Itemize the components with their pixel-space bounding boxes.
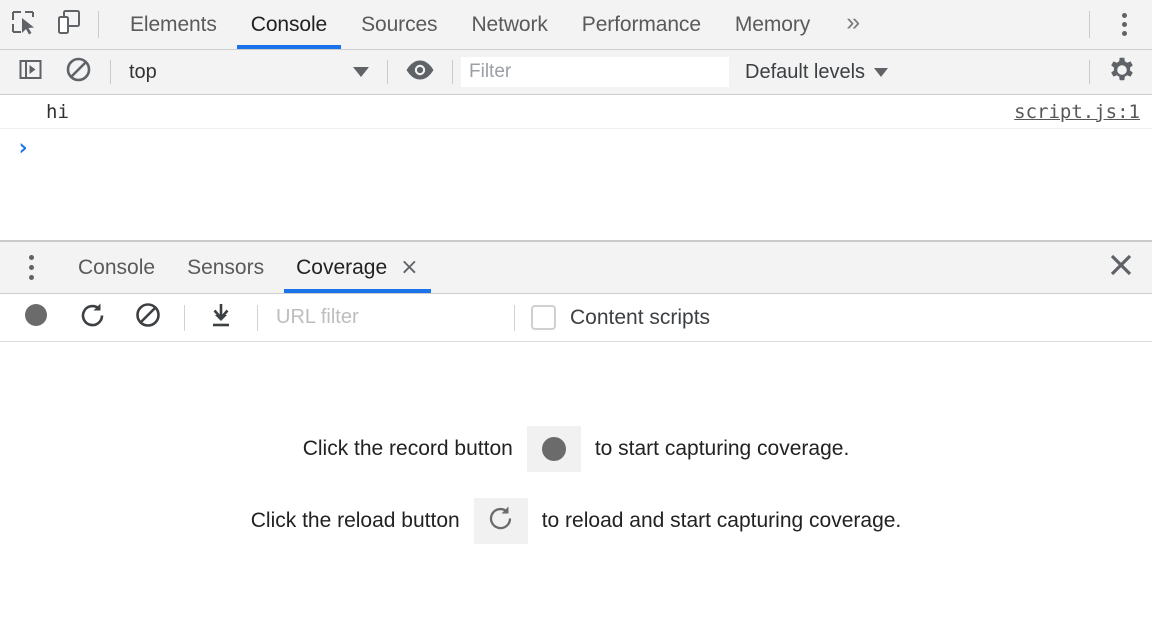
- tab-performance-label: Performance: [582, 13, 701, 37]
- chevron-down-icon: [353, 67, 369, 77]
- console-sidebar-button[interactable]: [6, 50, 54, 95]
- download-icon: [208, 302, 234, 333]
- gear-icon: [1108, 56, 1136, 89]
- chevron-double-right-icon: »: [846, 8, 860, 37]
- clear-icon: [135, 302, 161, 333]
- drawer: Console Sensors Coverage ×: [0, 240, 1152, 638]
- prompt-arrow-icon: ›: [16, 135, 30, 161]
- main-tabs: Elements Console Sources Network Perform…: [113, 0, 879, 49]
- tab-elements[interactable]: Elements: [113, 0, 234, 49]
- console-toolbar-divider-1: [110, 60, 111, 84]
- console-toolbar-right: [1081, 50, 1146, 95]
- drawer-more-options-button[interactable]: [0, 242, 62, 293]
- drawer-tab-coverage-label: Coverage: [296, 256, 387, 280]
- record-icon: [24, 303, 48, 332]
- reload-icon: [487, 505, 514, 537]
- coverage-toolbar-divider-2: [257, 305, 258, 331]
- content-scripts-label[interactable]: Content scripts: [570, 306, 710, 330]
- tab-elements-label: Elements: [130, 13, 217, 37]
- kebab-menu-icon-dot-1: [1122, 13, 1127, 18]
- clear-console-icon: [65, 56, 92, 88]
- close-icon: [1108, 252, 1134, 283]
- close-icon[interactable]: ×: [400, 257, 418, 279]
- coverage-toolbar-divider-1: [184, 305, 185, 331]
- execution-context-value: top: [129, 61, 353, 84]
- coverage-hint-record-prefix: Click the record button: [303, 437, 513, 461]
- drawer-tab-console[interactable]: Console: [62, 242, 171, 293]
- kebab-menu-icon-dot-2: [29, 265, 34, 270]
- coverage-hint-reload-suffix: to reload and start capturing coverage.: [542, 509, 902, 533]
- main-tabbar-right: [1083, 0, 1152, 49]
- tab-sources-label: Sources: [361, 13, 437, 37]
- main-tabbar: Elements Console Sources Network Perform…: [0, 0, 1152, 50]
- reload-icon: [79, 302, 106, 334]
- console-message-source-link[interactable]: script.js:1: [1014, 101, 1140, 123]
- inspect-element-icon: [10, 9, 36, 40]
- coverage-hint-reload: Click the reload button to reload and st…: [251, 498, 902, 544]
- chevron-down-icon: [874, 68, 888, 77]
- coverage-hint-record: Click the record button to start capturi…: [303, 426, 850, 472]
- inspect-element-button[interactable]: [0, 0, 46, 49]
- device-toolbar-icon: [56, 9, 82, 40]
- coverage-hint-reload-prefix: Click the reload button: [251, 509, 460, 533]
- close-drawer-button[interactable]: [1090, 242, 1152, 293]
- console-filter-input[interactable]: [461, 57, 729, 87]
- coverage-record-button[interactable]: [8, 294, 64, 342]
- content-scripts-checkbox[interactable]: [531, 305, 556, 330]
- main-more-options-button[interactable]: [1096, 0, 1152, 49]
- coverage-hint-record-button[interactable]: [527, 426, 581, 472]
- tab-memory-label: Memory: [735, 13, 810, 37]
- tab-console-label: Console: [251, 13, 327, 37]
- console-message-text: hi: [46, 101, 69, 123]
- log-levels-value: Default levels: [745, 61, 865, 84]
- kebab-menu-icon-dot-3: [29, 275, 34, 280]
- console-toolbar-divider-4: [1089, 60, 1090, 84]
- drawer-tab-coverage[interactable]: Coverage ×: [280, 242, 435, 293]
- console-settings-button[interactable]: [1098, 50, 1146, 95]
- coverage-toolbar: Content scripts: [0, 294, 1152, 342]
- devtools-window: Elements Console Sources Network Perform…: [0, 0, 1152, 638]
- toolbar-divider-right: [1089, 11, 1090, 38]
- kebab-menu-icon-dot-3: [1122, 31, 1127, 36]
- drawer-tab-sensors[interactable]: Sensors: [171, 242, 280, 293]
- live-expression-button[interactable]: [396, 50, 444, 95]
- tab-performance[interactable]: Performance: [565, 0, 718, 49]
- record-icon: [542, 437, 566, 461]
- console-toolbar: top Default levels: [0, 50, 1152, 95]
- drawer-tab-sensors-label: Sensors: [187, 256, 264, 280]
- coverage-empty-state: Click the record button to start capturi…: [0, 342, 1152, 638]
- kebab-menu-icon-dot-2: [1122, 22, 1127, 27]
- tab-memory[interactable]: Memory: [718, 0, 827, 49]
- tab-sources[interactable]: Sources: [344, 0, 454, 49]
- console-message-list: hi script.js:1 ›: [0, 95, 1152, 240]
- clear-console-button[interactable]: [54, 50, 102, 95]
- device-toolbar-button[interactable]: [46, 0, 92, 49]
- coverage-export-button[interactable]: [193, 294, 249, 342]
- console-toolbar-divider-3: [452, 60, 453, 84]
- url-filter-input[interactable]: [276, 303, 506, 333]
- console-toolbar-divider-2: [387, 60, 388, 84]
- tab-network[interactable]: Network: [454, 0, 564, 49]
- console-prompt[interactable]: ›: [0, 129, 1152, 167]
- log-levels-selector[interactable]: Default levels: [745, 61, 888, 84]
- console-message-row[interactable]: hi script.js:1: [0, 95, 1152, 129]
- drawer-tabbar: Console Sensors Coverage ×: [0, 242, 1152, 294]
- coverage-hint-reload-button[interactable]: [474, 498, 528, 544]
- execution-context-selector[interactable]: top: [119, 50, 379, 95]
- tab-console[interactable]: Console: [234, 0, 344, 49]
- coverage-toolbar-divider-3: [514, 305, 515, 331]
- coverage-hint-record-suffix: to start capturing coverage.: [595, 437, 849, 461]
- content-scripts-group[interactable]: Content scripts: [531, 305, 710, 330]
- coverage-reload-button[interactable]: [64, 294, 120, 342]
- drawer-tab-console-label: Console: [78, 256, 155, 280]
- console-sidebar-icon: [18, 57, 43, 87]
- more-tabs-button[interactable]: »: [827, 0, 879, 49]
- eye-icon: [405, 59, 435, 86]
- toolbar-divider: [98, 11, 99, 38]
- coverage-clear-button[interactable]: [120, 294, 176, 342]
- kebab-menu-icon-dot-1: [29, 255, 34, 260]
- tab-network-label: Network: [471, 13, 547, 37]
